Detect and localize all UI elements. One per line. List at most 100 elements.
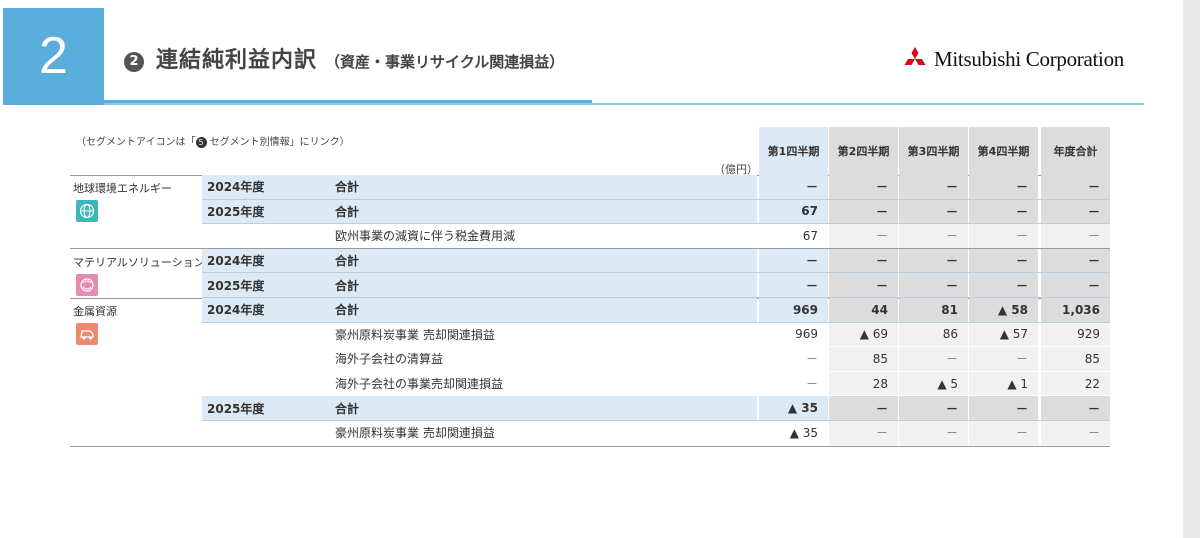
value-cell: － bbox=[1041, 273, 1110, 297]
value-cell: － bbox=[899, 347, 968, 371]
total-row-band bbox=[202, 248, 757, 273]
value-cell: － bbox=[969, 421, 1038, 445]
fiscal-year: 2024年度 bbox=[207, 303, 265, 318]
row-label-item: 豪州原料炭事業 売却関連損益 bbox=[335, 426, 495, 441]
value-cell: － bbox=[899, 396, 968, 420]
total-row-band bbox=[202, 273, 757, 297]
value-cell: － bbox=[899, 199, 968, 224]
value-cell: 67 bbox=[759, 199, 828, 224]
value-cell: ▲ 57 bbox=[969, 322, 1038, 347]
value-cell: 28 bbox=[829, 371, 898, 396]
value-cell: － bbox=[899, 248, 968, 273]
value-cell: － bbox=[759, 273, 828, 297]
note-prefix: （セグメントアイコンは「 bbox=[76, 137, 196, 148]
row-label-total: 合計 bbox=[335, 401, 360, 416]
value-cell: － bbox=[969, 273, 1038, 297]
value-cell: ▲ 35 bbox=[789, 425, 818, 440]
value-cell: ▲ 1 bbox=[969, 371, 1038, 396]
value-cell: － bbox=[759, 248, 828, 273]
total-row-band bbox=[202, 298, 757, 322]
value-cell: － bbox=[899, 273, 968, 297]
value-cell: － bbox=[759, 175, 828, 199]
value-cell: － bbox=[829, 421, 898, 445]
column-header-4: 第4四半期 bbox=[969, 127, 1038, 175]
value-cell: － bbox=[969, 248, 1038, 273]
value-cell: － bbox=[829, 199, 898, 224]
value-cell: － bbox=[1041, 175, 1110, 199]
slide: 2 2 連結純利益内訳 （資産・事業リサイクル関連損益） Mitsubishi … bbox=[0, 0, 1183, 538]
row-label-item: 海外子会社の清算益 bbox=[335, 352, 444, 367]
title-subtitle: （資産・事業リサイクル関連損益） bbox=[325, 53, 565, 71]
title-text: 連結純利益内訳 bbox=[156, 48, 318, 73]
value-cell: － bbox=[1041, 396, 1110, 420]
value-cell: － bbox=[1041, 421, 1110, 445]
materials-icon bbox=[76, 273, 98, 296]
value-cell: 969 bbox=[795, 327, 818, 342]
value-cell: ▲ 58 bbox=[969, 298, 1038, 322]
circled-5-icon: 5 bbox=[195, 136, 207, 148]
section-number: 2 bbox=[3, 8, 104, 105]
fiscal-year: 2025年度 bbox=[207, 278, 265, 293]
row-label-total: 合計 bbox=[335, 180, 360, 195]
column-header-2: 第2四半期 bbox=[829, 127, 898, 175]
value-cell: ▲ 69 bbox=[829, 322, 898, 347]
value-cell: － bbox=[829, 273, 898, 297]
value-cell: － bbox=[829, 248, 898, 273]
mining-truck-icon bbox=[76, 323, 98, 345]
fiscal-year: 2024年度 bbox=[207, 180, 265, 195]
value-cell: － bbox=[805, 377, 818, 392]
column-header-3: 第3四半期 bbox=[899, 127, 968, 175]
row-label-total: 合計 bbox=[335, 254, 360, 269]
value-cell: 929 bbox=[1041, 322, 1110, 347]
value-cell: － bbox=[1041, 224, 1110, 248]
value-cell: － bbox=[1041, 199, 1110, 224]
value-cell: － bbox=[899, 421, 968, 445]
value-cell: － bbox=[829, 396, 898, 420]
row-label-total: 合計 bbox=[335, 303, 360, 318]
title-rule bbox=[104, 103, 1144, 105]
fiscal-year: 2025年度 bbox=[207, 204, 265, 219]
value-cell: 86 bbox=[899, 322, 968, 347]
value-cell: － bbox=[969, 347, 1038, 371]
value-cell: 67 bbox=[802, 228, 818, 243]
row-label-item: 欧州事業の減資に伴う税金費用減 bbox=[335, 229, 516, 244]
fiscal-year: 2024年度 bbox=[207, 254, 265, 269]
company-name: Mitsubishi Corporation bbox=[934, 46, 1124, 71]
value-cell: 1,036 bbox=[1041, 298, 1110, 322]
row-label-total: 合計 bbox=[335, 278, 360, 293]
value-cell: 85 bbox=[1041, 347, 1110, 371]
row-label-item: 豪州原料炭事業 売却関連損益 bbox=[335, 327, 495, 342]
value-cell: － bbox=[829, 175, 898, 199]
value-cell: － bbox=[969, 175, 1038, 199]
value-cell: 44 bbox=[829, 298, 898, 322]
segment-name: 地球環境エネルギー bbox=[73, 182, 172, 195]
row-label-total: 合計 bbox=[335, 204, 360, 219]
value-cell: 969 bbox=[759, 298, 828, 322]
row-label-item: 海外子会社の事業売却関連損益 bbox=[335, 377, 504, 392]
total-row-band bbox=[202, 175, 757, 199]
total-row-band bbox=[202, 396, 757, 420]
value-cell: ▲ 5 bbox=[899, 371, 968, 396]
value-cell: 85 bbox=[829, 347, 898, 371]
page-title: 2 連結純利益内訳 （資産・事業リサイクル関連損益） bbox=[124, 42, 564, 80]
company-logo: Mitsubishi Corporation bbox=[902, 46, 1124, 72]
value-cell: － bbox=[969, 396, 1038, 420]
table-bottom-rule bbox=[70, 445, 1110, 447]
segment-icon-note: （セグメントアイコンは「 5 セグメント別情報」にリンク） bbox=[76, 133, 350, 148]
column-header-5: 年度合計 bbox=[1041, 127, 1110, 175]
value-cell: － bbox=[829, 224, 898, 248]
title-marker: 2 bbox=[124, 52, 144, 72]
value-cell: 81 bbox=[899, 298, 968, 322]
column-header-1: 第1四半期 bbox=[759, 127, 828, 175]
three-diamonds-icon bbox=[904, 47, 926, 65]
globe-icon bbox=[76, 200, 98, 222]
total-row-band bbox=[202, 199, 757, 224]
segment-name: 金属資源 bbox=[73, 305, 117, 318]
value-cell: 22 bbox=[1041, 371, 1110, 396]
value-cell: － bbox=[805, 352, 818, 367]
value-cell: － bbox=[1041, 248, 1110, 273]
value-cell: － bbox=[899, 224, 968, 248]
segment-name: マテリアルソリューション bbox=[73, 255, 205, 269]
value-cell: － bbox=[969, 224, 1038, 248]
value-cell: ▲ 35 bbox=[759, 396, 828, 420]
